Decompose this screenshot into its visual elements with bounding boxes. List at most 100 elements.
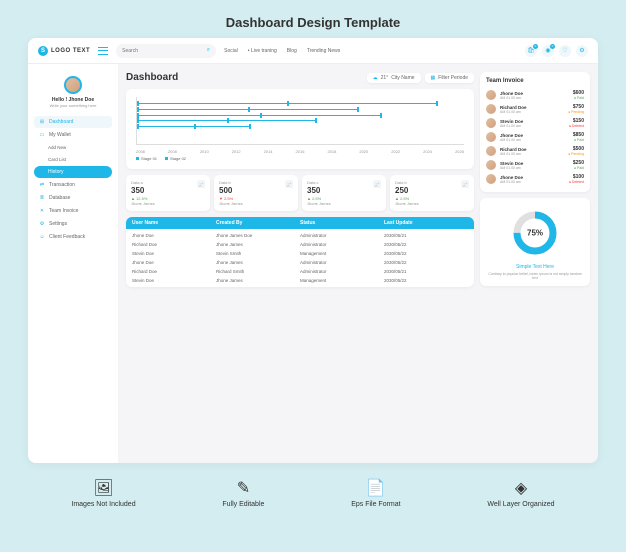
logo-text: LOGO TEXT bbox=[51, 48, 90, 54]
sidebar-item[interactable]: History bbox=[34, 166, 112, 178]
heart-icon[interactable]: ♡ bbox=[559, 45, 571, 57]
table-cell: Jhone James Doe bbox=[216, 233, 300, 238]
team-avatar bbox=[486, 104, 496, 114]
stat-card[interactable]: Data c350▲ 2.5%Jhone James📈 bbox=[302, 175, 386, 211]
weather-city: City Name bbox=[391, 75, 414, 81]
team-status: ● Paid bbox=[573, 96, 584, 100]
stat-card[interactable]: Data b500▼ 2.5%Jhone James📈 bbox=[214, 175, 298, 211]
table-row[interactable]: Jhone DoeJhone James DoeAdministrator203… bbox=[126, 231, 474, 240]
table-cell: Jhone Doe bbox=[132, 260, 216, 265]
chart-body bbox=[136, 97, 464, 145]
main: Dashboard ☁ 21° City Name ▦ Filter Perio… bbox=[118, 64, 598, 463]
sidebar-item[interactable]: ☺Client Feedback bbox=[34, 231, 112, 243]
timeline-chart: 2008200820102012201420162018202020222024… bbox=[126, 89, 474, 169]
team-avatar bbox=[486, 160, 496, 170]
table-head: User NameCreated ByStatusLast Update bbox=[126, 217, 474, 229]
table-cell: Administrator bbox=[300, 242, 384, 247]
table-cell: 2030/05/22 bbox=[384, 251, 468, 256]
feature-text: Eps File Format bbox=[351, 501, 400, 508]
cart-icon[interactable]: 🛍0 bbox=[525, 45, 537, 57]
chart-xaxis: 2008200820102012201420162018202020222024… bbox=[132, 147, 468, 154]
team-title: Team Invoice bbox=[486, 78, 584, 84]
table-cell: Stevin Doe bbox=[132, 278, 216, 283]
table-row[interactable]: Richard DoeJhone JamesAdministrator2030/… bbox=[126, 240, 474, 249]
table-header[interactable]: Last Update bbox=[384, 220, 468, 226]
menu: ⊞Dashboard ▭ My Wallet Add NewCard List Hist… bbox=[28, 116, 118, 243]
stat-card[interactable]: Data a350▲ 12.5%Jhone James📈 bbox=[126, 175, 210, 211]
menu-icon: ▭ bbox=[39, 132, 45, 138]
sidebar-item[interactable]: ⊞Dashboard bbox=[34, 116, 112, 128]
sidebar-item[interactable]: Add New bbox=[34, 142, 112, 153]
sidebar-item[interactable]: ▭ My Wallet bbox=[34, 129, 112, 141]
menu-label: Transaction bbox=[49, 182, 75, 188]
menu-icon: ✕ bbox=[39, 208, 45, 214]
stat-label: Data a bbox=[131, 180, 205, 185]
menu-label: Settings bbox=[49, 221, 67, 227]
sidebar-item[interactable]: Card List bbox=[34, 154, 112, 165]
sidebar-item[interactable]: ✕ Team Invoice bbox=[34, 205, 112, 217]
team-avatar bbox=[486, 90, 496, 100]
table-row[interactable]: Stevin DoeStevin SmithManagement2030/05/… bbox=[126, 249, 474, 258]
team-row[interactable]: Stevin DoeAM 01.00 am$250● Paid bbox=[486, 158, 584, 172]
team-row[interactable]: Stevin DoeAM 01.00 am$150● Deleted bbox=[486, 116, 584, 130]
chart-icon: 📈 bbox=[285, 180, 293, 188]
menu-icon: ⊞ bbox=[39, 119, 45, 125]
menu-label: Team Invoice bbox=[49, 208, 78, 214]
logo[interactable]: S LOGO TEXT bbox=[38, 46, 90, 56]
hamburger-icon[interactable] bbox=[98, 47, 108, 55]
feature-icon: 🖼 bbox=[93, 478, 113, 498]
profile[interactable]: Hello ! Jhone Doe Write your something h… bbox=[28, 72, 118, 116]
menu-label: History bbox=[48, 169, 64, 175]
bell-icon[interactable]: ◉0 bbox=[542, 45, 554, 57]
avatar bbox=[64, 76, 82, 94]
team-time: AM 01.00 am bbox=[500, 152, 564, 156]
sidebar-item[interactable]: ⇄ Transaction bbox=[34, 179, 112, 191]
team-row[interactable]: Richard DoeAM 01.00 am$750● Pending bbox=[486, 102, 584, 116]
gear-icon[interactable]: ⚙ bbox=[576, 45, 588, 57]
menu-icon: ☺ bbox=[39, 234, 45, 240]
table-header[interactable]: User Name bbox=[132, 220, 216, 226]
sidebar-item[interactable]: ≣Database bbox=[34, 192, 112, 204]
profile-sub: Write your something here bbox=[50, 103, 97, 108]
team-row[interactable]: Jhone DoeAM 01.00 am$100● Deleted bbox=[486, 172, 584, 186]
feature: 📄Eps File Format bbox=[351, 478, 400, 508]
team-row[interactable]: Jhone DoeAM 01.00 am$600● Paid bbox=[486, 88, 584, 102]
table-header[interactable]: Created By bbox=[216, 220, 300, 226]
team-time: AM 01.00 am bbox=[500, 110, 564, 114]
nav-link[interactable]: Trending News bbox=[307, 48, 340, 54]
nav-link[interactable]: Social bbox=[224, 48, 238, 54]
team-avatar bbox=[486, 118, 496, 128]
nav-link[interactable]: Blog bbox=[287, 48, 297, 54]
search-input[interactable] bbox=[122, 48, 202, 54]
menu-label: My Wallet bbox=[49, 132, 71, 138]
team-time: AM 01.00 am bbox=[500, 96, 569, 100]
table-row[interactable]: Stevin DoeJhone JamesManagement2030/05/2… bbox=[126, 276, 474, 285]
nav-link[interactable]: • Live traning bbox=[248, 48, 277, 54]
menu-icon: ⚙ bbox=[39, 221, 45, 227]
content: Hello ! Jhone Doe Write your something h… bbox=[28, 64, 598, 463]
team-row[interactable]: Jhone DoeAM 01.00 am$850● Paid bbox=[486, 130, 584, 144]
weather-chip[interactable]: ☁ 21° City Name bbox=[367, 73, 421, 83]
page-title: Dashboard bbox=[126, 72, 178, 83]
search-icon[interactable]: ⌕ bbox=[207, 47, 210, 54]
stat-value: 350 bbox=[307, 186, 381, 195]
table-header[interactable]: Status bbox=[300, 220, 384, 226]
team-avatar bbox=[486, 174, 496, 184]
stat-card[interactable]: Data b250▲ 2.5%Jhone James📈 bbox=[390, 175, 474, 211]
table-row[interactable]: Jhone DoeJhone JamesAdministrator2030/05… bbox=[126, 258, 474, 267]
filter-chip[interactable]: ▦ Filter Periode bbox=[425, 73, 474, 83]
table-row[interactable]: Richard DoeRichard SmithAdministrator203… bbox=[126, 267, 474, 276]
sidebar-item[interactable]: ⚙ Settings bbox=[34, 218, 112, 230]
team-row[interactable]: Richard DoeAM 01.00 am$500● Pending bbox=[486, 144, 584, 158]
team-time: AM 01.00 am bbox=[500, 124, 565, 128]
table-cell: Jhone James bbox=[216, 242, 300, 247]
menu-icon: ⇄ bbox=[39, 182, 45, 188]
team-avatar bbox=[486, 146, 496, 156]
stat-name: Jhone James bbox=[219, 201, 293, 206]
table-cell: Jhone Doe bbox=[132, 233, 216, 238]
table-cell: 2030/05/22 bbox=[384, 242, 468, 247]
outer-title: Dashboard Design Template bbox=[226, 15, 401, 30]
search-box[interactable]: ⌕ bbox=[116, 44, 216, 58]
donut-chart: 75% bbox=[510, 208, 560, 258]
feature: ✎Fully Editable bbox=[222, 478, 264, 508]
